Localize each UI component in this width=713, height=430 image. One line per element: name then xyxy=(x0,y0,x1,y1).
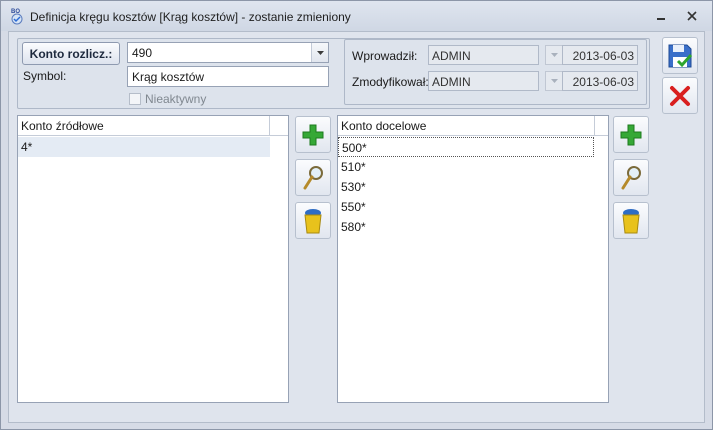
list-item[interactable]: 530* xyxy=(338,177,594,197)
modified-label: Zmodyfikował: xyxy=(352,75,429,89)
chevron-down-icon[interactable] xyxy=(311,43,328,62)
chevron-down-icon xyxy=(545,71,563,91)
trash-icon xyxy=(304,208,322,233)
magnifier-icon xyxy=(621,165,641,189)
symbol-input[interactable]: Krąg kosztów xyxy=(127,66,329,87)
preview-target-button[interactable] xyxy=(613,159,649,196)
list-item[interactable]: 580* xyxy=(338,217,594,237)
add-source-button[interactable] xyxy=(295,116,331,153)
inactive-label: Nieaktywny xyxy=(145,92,207,106)
plus-icon xyxy=(620,124,642,145)
list-item[interactable]: 550* xyxy=(338,197,594,217)
cancel-icon xyxy=(670,85,690,106)
target-list-header: Konto docelowe xyxy=(338,116,608,136)
plus-icon xyxy=(302,124,324,145)
source-account-list[interactable]: Konto źródłowe 4* xyxy=(17,115,289,403)
konto-rozlicz-combo[interactable]: 490 xyxy=(127,42,329,63)
konto-rozlicz-value: 490 xyxy=(132,46,153,60)
modified-date-field: 2013-06-03 xyxy=(562,71,638,91)
konto-rozlicz-button[interactable]: Konto rozlicz.: xyxy=(22,42,120,65)
inactive-checkbox[interactable] xyxy=(129,93,141,105)
target-column-header[interactable]: Konto docelowe xyxy=(338,116,595,135)
header-panel: Konto rozlicz.: 490 Symbol: Krąg kosztów… xyxy=(17,38,650,109)
app-icon: BO xyxy=(11,9,23,25)
magnifier-icon xyxy=(303,165,323,189)
chevron-down-icon xyxy=(545,45,563,65)
entered-user-field: ADMIN xyxy=(428,45,539,65)
delete-target-button[interactable] xyxy=(613,202,649,239)
source-column-header[interactable]: Konto źródłowe xyxy=(18,116,270,135)
minimize-icon[interactable] xyxy=(653,8,669,24)
cancel-button[interactable] xyxy=(662,77,698,114)
entered-date-field: 2013-06-03 xyxy=(562,45,638,65)
list-item[interactable]: 510* xyxy=(338,157,594,177)
save-button[interactable] xyxy=(662,37,698,74)
trash-icon xyxy=(622,208,640,233)
delete-source-button[interactable] xyxy=(295,202,331,239)
modified-user-field: ADMIN xyxy=(428,71,539,91)
source-list-header: Konto źródłowe xyxy=(18,116,288,136)
symbol-label: Symbol: xyxy=(23,69,67,83)
dialog-window: BO Definicja kręgu kosztów [Krąg kosztów… xyxy=(0,0,713,430)
title-bar[interactable]: BO Definicja kręgu kosztów [Krąg kosztów… xyxy=(1,1,712,31)
audit-box: Wprowadził: ADMIN 2013-06-03 Zmodyfikowa… xyxy=(344,39,647,105)
entered-label: Wprowadził: xyxy=(352,49,418,63)
target-account-list[interactable]: Konto docelowe 500* 510* 530* 550* 580* xyxy=(337,115,609,403)
preview-source-button[interactable] xyxy=(295,159,331,196)
add-target-button[interactable] xyxy=(613,116,649,153)
window-title: Definicja kręgu kosztów [Krąg kosztów] -… xyxy=(30,10,351,24)
close-icon[interactable] xyxy=(684,8,700,24)
dialog-client-area: Konto rozlicz.: 490 Symbol: Krąg kosztów… xyxy=(8,31,705,423)
save-icon xyxy=(668,44,693,67)
list-item[interactable]: 4* xyxy=(18,137,270,157)
list-item[interactable]: 500* xyxy=(338,137,594,157)
